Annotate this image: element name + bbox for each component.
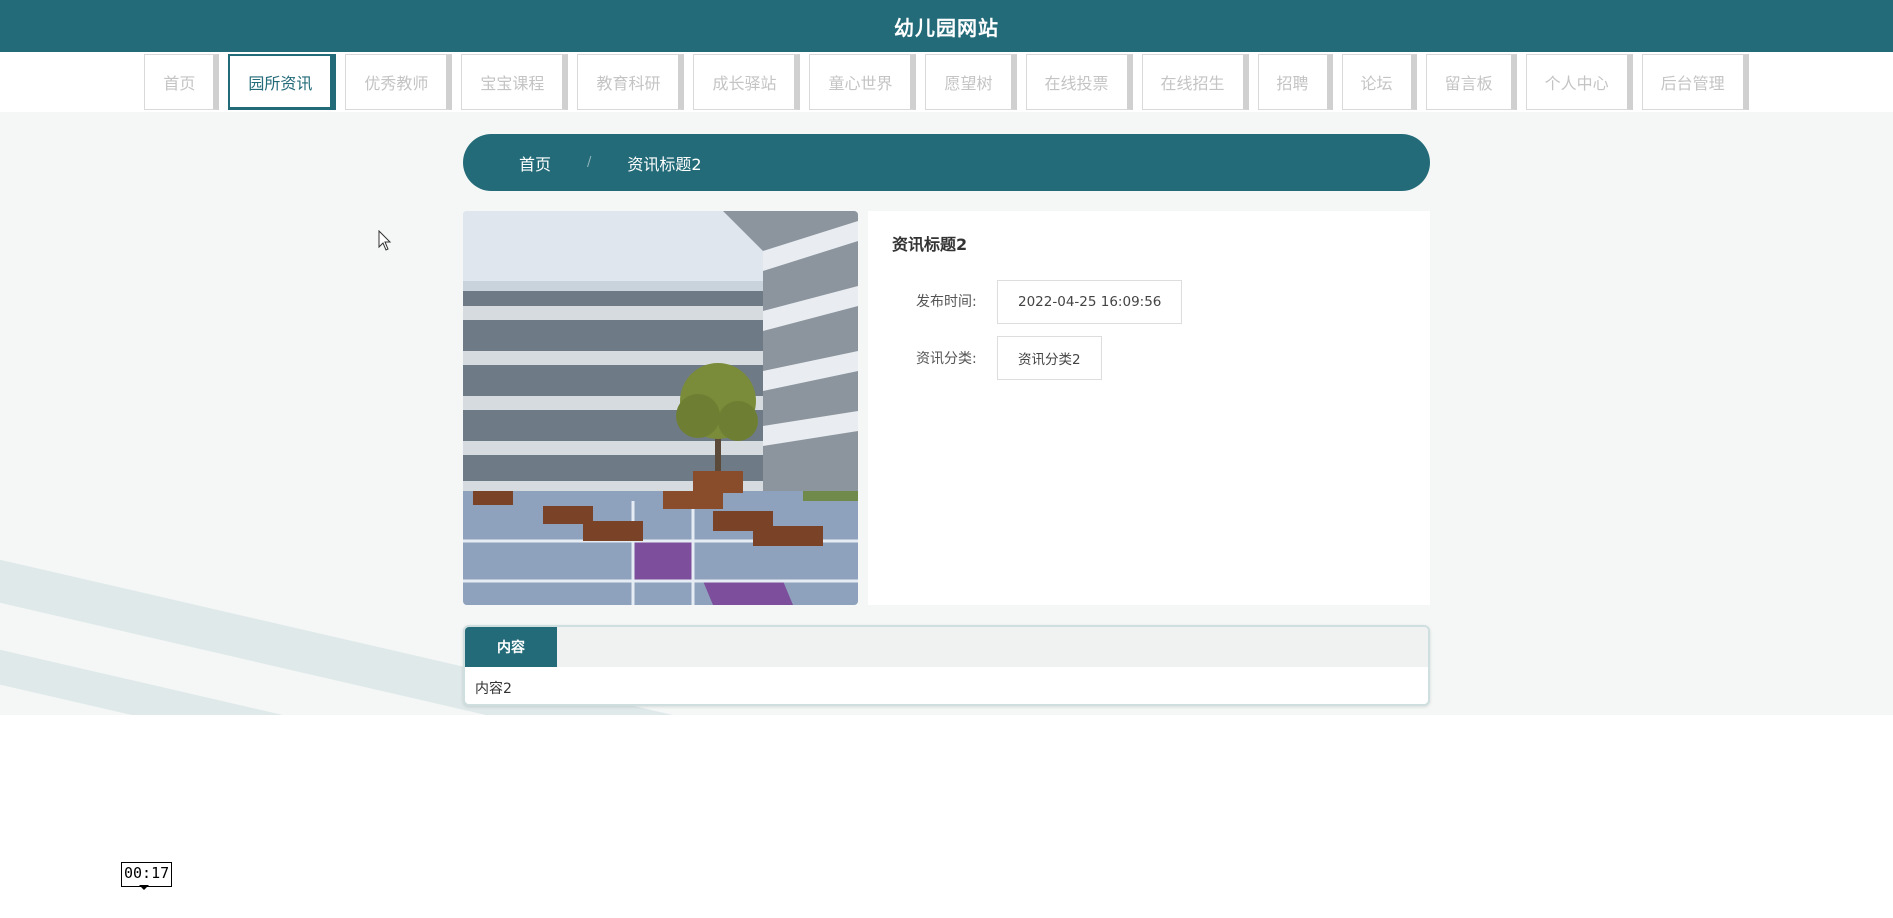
- nav-item-admin[interactable]: 后台管理: [1641, 54, 1749, 110]
- nav-item-news[interactable]: 园所资讯: [228, 54, 337, 110]
- publish-time-value: 2022-04-25 16:09:56: [997, 280, 1183, 324]
- nav-item-courses[interactable]: 宝宝课程: [461, 54, 569, 110]
- tab-content[interactable]: 内容: [465, 627, 557, 667]
- nav-item-growth[interactable]: 成长驿站: [693, 54, 801, 110]
- timer-badge: 00:17: [121, 862, 173, 887]
- nav-item-research[interactable]: 教育科研: [577, 54, 685, 110]
- content-tabs: 内容 内容2: [463, 625, 1430, 706]
- nav-item-enrollment[interactable]: 在线招生: [1141, 54, 1249, 110]
- nav-item-profile[interactable]: 个人中心: [1525, 54, 1633, 110]
- nav-item-wish-tree[interactable]: 愿望树: [925, 54, 1017, 110]
- nav-item-message-board[interactable]: 留言板: [1425, 54, 1517, 110]
- breadcrumb-home-link[interactable]: 首页: [519, 151, 551, 175]
- tab-content-body: 内容2: [475, 681, 512, 697]
- nav-item-jobs[interactable]: 招聘: [1257, 54, 1333, 110]
- breadcrumb-current: 资讯标题2: [627, 154, 702, 174]
- article-info-panel: 资讯标题2 发布时间: 2022-04-25 16:09:56 资讯分类: 资讯…: [868, 211, 1430, 605]
- nav-item-voting[interactable]: 在线投票: [1025, 54, 1133, 110]
- main-nav: 首页 园所资讯 优秀教师 宝宝课程 教育科研 成长驿站 童心世界 愿望树 在线投…: [0, 52, 1893, 112]
- article-image: [463, 211, 858, 605]
- timer-tail: [139, 885, 149, 890]
- breadcrumb: 首页 / 资讯标题2: [463, 134, 1430, 191]
- tab-bar: 内容: [465, 627, 1428, 667]
- site-title: 幼儿园网站: [894, 15, 999, 40]
- publish-time-label: 发布时间:: [916, 294, 977, 310]
- site-header: 幼儿园网站: [0, 0, 1893, 52]
- breadcrumb-separator: /: [587, 155, 592, 170]
- category-value: 资讯分类2: [997, 336, 1102, 380]
- nav-item-kids-world[interactable]: 童心世界: [809, 54, 917, 110]
- mouse-cursor-icon: [378, 229, 392, 256]
- category-label: 资讯分类:: [916, 351, 977, 367]
- article-title: 资讯标题2: [892, 235, 968, 254]
- nav-item-home[interactable]: 首页: [144, 54, 220, 110]
- nav-item-forum[interactable]: 论坛: [1341, 54, 1417, 110]
- nav-item-teachers[interactable]: 优秀教师: [345, 54, 453, 110]
